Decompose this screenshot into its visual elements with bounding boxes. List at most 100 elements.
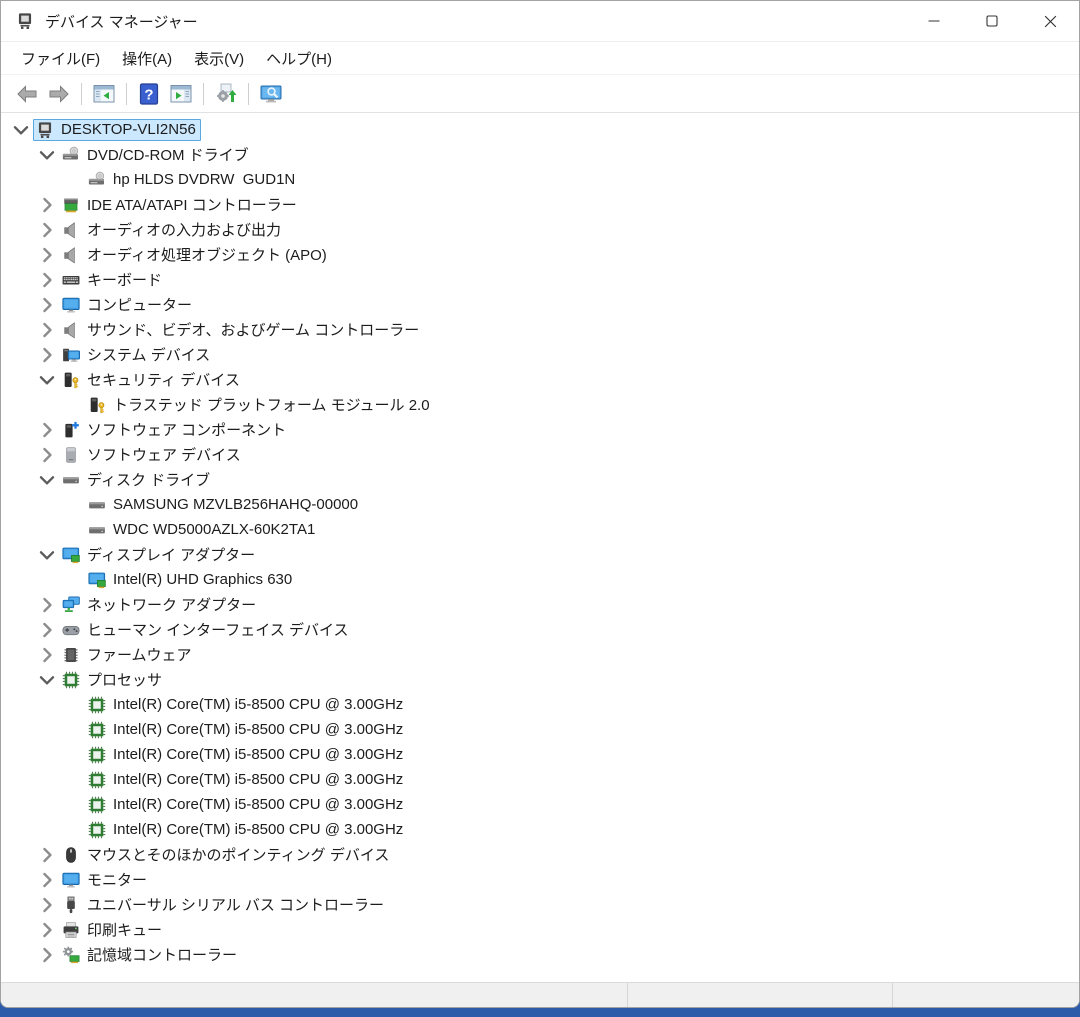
tree-item-body[interactable]: ソフトウェア コンポーネント <box>59 417 291 442</box>
add-legacy-hardware-button[interactable] <box>256 79 286 109</box>
chevron-expanded-icon[interactable] <box>35 547 59 563</box>
tree-item-body[interactable]: Intel(R) Core(TM) i5-8500 CPU @ 3.00GHz <box>85 794 408 816</box>
chevron-collapsed-icon[interactable] <box>35 922 59 938</box>
tree-item-body[interactable]: Intel(R) Core(TM) i5-8500 CPU @ 3.00GHz <box>85 744 408 766</box>
chevron-expanded-icon[interactable] <box>35 147 59 163</box>
tree-item[interactable]: ネットワーク アダプター <box>1 592 1079 617</box>
tree-item-body[interactable]: Intel(R) Core(TM) i5-8500 CPU @ 3.00GHz <box>85 819 408 841</box>
tree-item-body[interactable]: ソフトウェア デバイス <box>59 442 246 467</box>
tree-item-body[interactable]: 記憶域コントローラー <box>59 942 242 967</box>
tree-item-body[interactable]: Intel(R) Core(TM) i5-8500 CPU @ 3.00GHz <box>85 694 408 716</box>
tree-item[interactable]: オーディオの入力および出力 <box>1 217 1079 242</box>
tree-item-body[interactable]: SAMSUNG MZVLB256HAHQ-00000 <box>85 494 363 516</box>
tree-item-body[interactable]: トラステッド プラットフォーム モジュール 2.0 <box>85 392 435 417</box>
tree-item-body[interactable]: セキュリティ デバイス <box>59 367 245 392</box>
tree-item-body[interactable]: Intel(R) UHD Graphics 630 <box>85 569 297 591</box>
menu-item[interactable]: 表示(V) <box>183 43 255 74</box>
properties-button[interactable] <box>166 79 196 109</box>
tree-item[interactable]: セキュリティ デバイス <box>1 367 1079 392</box>
tree-item-body[interactable]: オーディオ処理オブジェクト (APO) <box>59 242 332 267</box>
tree-item[interactable]: 記憶域コントローラー <box>1 942 1079 967</box>
tree-item[interactable]: Intel(R) Core(TM) i5-8500 CPU @ 3.00GHz <box>1 817 1079 842</box>
menu-item[interactable]: 操作(A) <box>111 43 183 74</box>
chevron-collapsed-icon[interactable] <box>35 647 59 663</box>
tree-item[interactable]: 印刷キュー <box>1 917 1079 942</box>
chevron-collapsed-icon[interactable] <box>35 247 59 263</box>
chevron-collapsed-icon[interactable] <box>35 222 59 238</box>
tree-item-body[interactable]: ファームウェア <box>59 642 197 667</box>
tree-item-body[interactable]: hp HLDS DVDRW GUD1N <box>85 169 300 191</box>
chevron-collapsed-icon[interactable] <box>35 347 59 363</box>
tree-item[interactable]: IDE ATA/ATAPI コントローラー <box>1 192 1079 217</box>
menu-item[interactable]: ファイル(F) <box>10 43 111 74</box>
close-button[interactable] <box>1021 1 1079 41</box>
scan-hardware-changes-button[interactable] <box>211 79 241 109</box>
tree-item[interactable]: SAMSUNG MZVLB256HAHQ-00000 <box>1 492 1079 517</box>
tree-item-body[interactable]: ディスプレイ アダプター <box>59 542 260 567</box>
tree-item[interactable]: モニター <box>1 867 1079 892</box>
help-button[interactable]: ? <box>134 79 164 109</box>
tree-item-body[interactable]: サウンド、ビデオ、およびゲーム コントローラー <box>59 317 424 342</box>
tree-item[interactable]: トラステッド プラットフォーム モジュール 2.0 <box>1 392 1079 417</box>
tree-item-body[interactable]: システム デバイス <box>59 342 215 367</box>
tree-item-body[interactable]: プロセッサ <box>59 667 167 692</box>
tree-item-body[interactable]: Intel(R) Core(TM) i5-8500 CPU @ 3.00GHz <box>85 719 408 741</box>
chevron-expanded-icon[interactable] <box>35 372 59 388</box>
tree-item-body[interactable]: DVD/CD-ROM ドライブ <box>59 142 254 167</box>
tree-item[interactable]: DVD/CD-ROM ドライブ <box>1 142 1079 167</box>
tree-item[interactable]: プロセッサ <box>1 667 1079 692</box>
chevron-collapsed-icon[interactable] <box>35 872 59 888</box>
tree-item[interactable]: Intel(R) Core(TM) i5-8500 CPU @ 3.00GHz <box>1 792 1079 817</box>
menu-item[interactable]: ヘルプ(H) <box>255 43 343 74</box>
tree-item[interactable]: Intel(R) Core(TM) i5-8500 CPU @ 3.00GHz <box>1 767 1079 792</box>
tree-item[interactable]: ユニバーサル シリアル バス コントローラー <box>1 892 1079 917</box>
tree-item[interactable]: hp HLDS DVDRW GUD1N <box>1 167 1079 192</box>
tree-item-body[interactable]: 印刷キュー <box>59 917 167 942</box>
chevron-expanded-icon[interactable] <box>35 672 59 688</box>
show-console-tree-button[interactable] <box>89 79 119 109</box>
minimize-button[interactable] <box>905 1 963 41</box>
tree-item-body[interactable]: オーディオの入力および出力 <box>59 217 286 242</box>
tree-item[interactable]: ソフトウェア コンポーネント <box>1 417 1079 442</box>
tree-item[interactable]: ファームウェア <box>1 642 1079 667</box>
tree-item[interactable]: システム デバイス <box>1 342 1079 367</box>
tree-item[interactable]: WDC WD5000AZLX-60K2TA1 <box>1 517 1079 542</box>
tree-item[interactable]: Intel(R) Core(TM) i5-8500 CPU @ 3.00GHz <box>1 717 1079 742</box>
tree-item[interactable]: ディスプレイ アダプター <box>1 542 1079 567</box>
tree-item-body[interactable]: マウスとそのほかのポインティング デバイス <box>59 842 394 867</box>
tree-item[interactable]: コンピューター <box>1 292 1079 317</box>
chevron-collapsed-icon[interactable] <box>35 197 59 213</box>
tree-item-body[interactable]: ネットワーク アダプター <box>59 592 261 617</box>
tree-item[interactable]: ディスク ドライブ <box>1 467 1079 492</box>
tree-item[interactable]: ヒューマン インターフェイス デバイス <box>1 617 1079 642</box>
tree-item[interactable]: Intel(R) Core(TM) i5-8500 CPU @ 3.00GHz <box>1 692 1079 717</box>
tree-item-selected[interactable]: DESKTOP-VLI2N56 <box>33 119 201 141</box>
tree-item[interactable]: マウスとそのほかのポインティング デバイス <box>1 842 1079 867</box>
tree-item-body[interactable]: ヒューマン インターフェイス デバイス <box>59 617 354 642</box>
chevron-collapsed-icon[interactable] <box>35 322 59 338</box>
chevron-collapsed-icon[interactable] <box>35 622 59 638</box>
back-button[interactable] <box>12 79 42 109</box>
chevron-collapsed-icon[interactable] <box>35 272 59 288</box>
chevron-collapsed-icon[interactable] <box>35 597 59 613</box>
tree-item[interactable]: ソフトウェア デバイス <box>1 442 1079 467</box>
chevron-collapsed-icon[interactable] <box>35 297 59 313</box>
tree-item-body[interactable]: モニター <box>59 867 152 892</box>
maximize-button[interactable] <box>963 1 1021 41</box>
chevron-collapsed-icon[interactable] <box>35 422 59 438</box>
tree-item[interactable]: DESKTOP-VLI2N56 <box>1 117 1079 142</box>
chevron-collapsed-icon[interactable] <box>35 447 59 463</box>
chevron-expanded-icon[interactable] <box>35 472 59 488</box>
chevron-collapsed-icon[interactable] <box>35 897 59 913</box>
chevron-collapsed-icon[interactable] <box>35 847 59 863</box>
tree-item-body[interactable]: ユニバーサル シリアル バス コントローラー <box>59 892 389 917</box>
tree-item[interactable]: Intel(R) UHD Graphics 630 <box>1 567 1079 592</box>
tree-item-body[interactable]: Intel(R) Core(TM) i5-8500 CPU @ 3.00GHz <box>85 769 408 791</box>
tree-item[interactable]: キーボード <box>1 267 1079 292</box>
tree-item-body[interactable]: WDC WD5000AZLX-60K2TA1 <box>85 519 320 541</box>
tree-item[interactable]: オーディオ処理オブジェクト (APO) <box>1 242 1079 267</box>
chevron-expanded-icon[interactable] <box>9 122 33 138</box>
tree-item[interactable]: サウンド、ビデオ、およびゲーム コントローラー <box>1 317 1079 342</box>
tree-item-body[interactable]: コンピューター <box>59 292 197 317</box>
tree-item-body[interactable]: ディスク ドライブ <box>59 467 215 492</box>
